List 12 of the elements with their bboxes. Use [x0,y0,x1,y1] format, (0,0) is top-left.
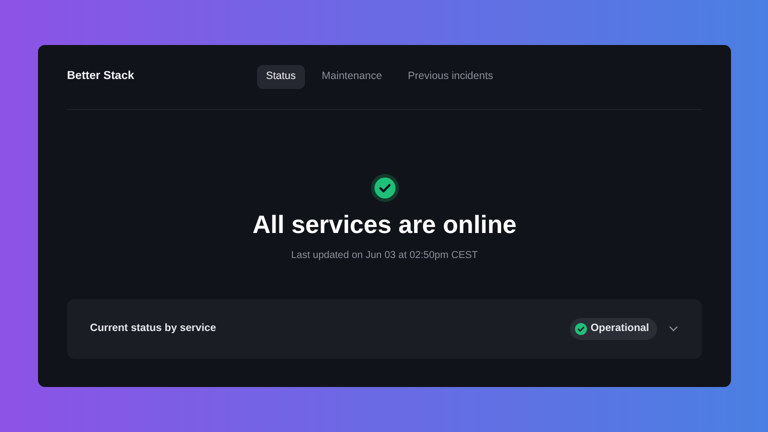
chevron-icon[interactable] [669,326,678,332]
service-status-panel[interactable]: Current status by service Operational [67,299,702,359]
nav-tab[interactable]: Status [257,65,305,89]
status-badge: Operational [570,318,657,340]
panel-label: Current status by service [90,321,216,336]
brand-name: Better Stack [67,69,136,84]
status-title: All services are online [252,210,517,240]
nav-tab[interactable]: Previous incidents [398,65,502,89]
last-updated-text: Last updated on Jun 03 at 02:50pm CEST [291,249,478,263]
nav-tab[interactable]: Maintenance [312,65,391,89]
check-icon [370,174,398,202]
check-icon [574,323,587,335]
